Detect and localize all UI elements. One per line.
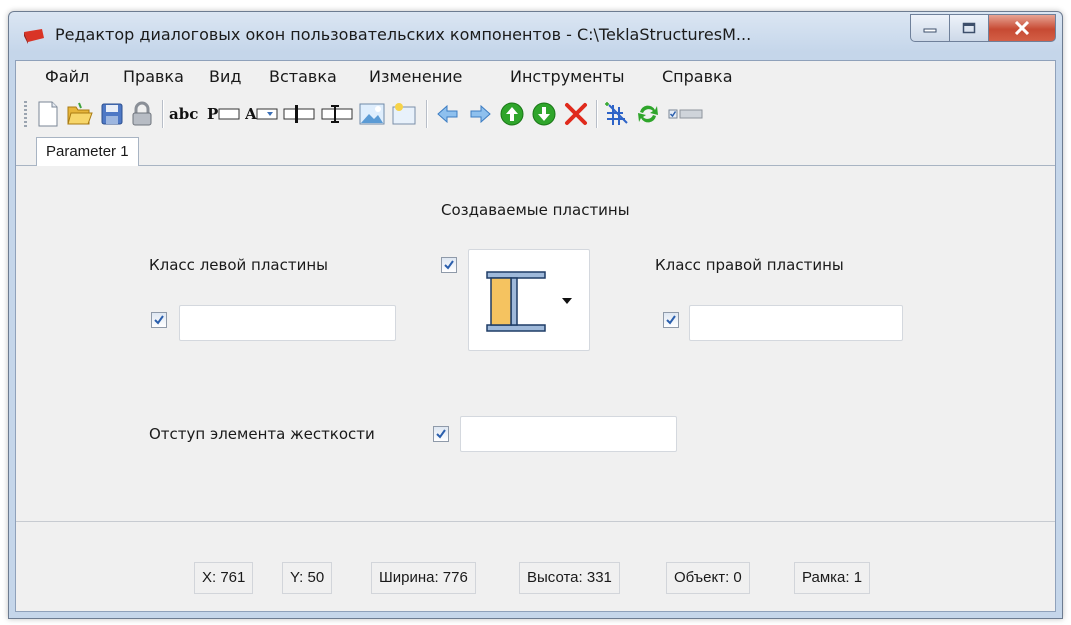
save-icon xyxy=(101,103,123,125)
new-button[interactable] xyxy=(34,100,62,128)
lock-icon xyxy=(132,101,152,126)
title-bar[interactable]: Редактор диалоговых окон пользовательски… xyxy=(9,12,1062,60)
refresh-icon xyxy=(638,105,658,123)
left-plate-label: Класс левой пластины xyxy=(149,256,329,274)
add-attribute-button[interactable]: A xyxy=(244,100,280,128)
status-width: Ширина: 776 xyxy=(371,562,476,594)
svg-text:P: P xyxy=(207,105,218,123)
lock-button[interactable] xyxy=(128,100,156,128)
checkmark-icon xyxy=(666,315,676,325)
add-value-button[interactable] xyxy=(282,100,318,128)
tab-strip: Parameter 1 xyxy=(16,135,1055,168)
menu-insert[interactable]: Вставка xyxy=(269,67,337,86)
delete-button[interactable] xyxy=(562,100,590,128)
close-button[interactable] xyxy=(989,14,1056,42)
status-height: Высота: 331 xyxy=(519,562,620,594)
menu-edit[interactable]: Правка xyxy=(123,67,184,86)
delete-icon xyxy=(565,103,587,125)
status-frame: Рамка: 1 xyxy=(794,562,871,594)
move-up-button[interactable] xyxy=(498,100,526,128)
menu-view[interactable]: Вид xyxy=(209,67,241,86)
checkmark-icon xyxy=(436,429,446,439)
add-text-button[interactable]: abc xyxy=(168,100,204,128)
stiffener-offset-input[interactable] xyxy=(460,416,677,452)
grid-icon xyxy=(605,102,628,125)
stiffener-offset-checkbox[interactable] xyxy=(433,426,449,442)
open-button[interactable] xyxy=(66,100,94,128)
grid-button[interactable] xyxy=(602,100,630,128)
move-left-button[interactable] xyxy=(434,100,462,128)
maximize-icon xyxy=(962,22,976,34)
main-window: Редактор диалоговых окон пользовательски… xyxy=(8,11,1063,619)
add-image-list-button[interactable] xyxy=(390,100,418,128)
tab-parameter-1[interactable]: Parameter 1 xyxy=(36,137,139,168)
i-beam-plate-icon xyxy=(486,271,572,332)
plate-picture-dropdown[interactable] xyxy=(468,249,590,351)
close-icon xyxy=(1014,21,1030,35)
arrow-up-icon xyxy=(500,102,524,126)
toggle-checkbox-icon xyxy=(668,109,703,119)
toolbar-separator xyxy=(162,100,163,128)
menu-bar: Файл Правка Вид Вставка Изменение Инстру… xyxy=(16,61,1055,93)
menu-help[interactable]: Справка xyxy=(662,67,733,86)
toggle-checkbox-button[interactable] xyxy=(666,100,706,128)
menu-modify[interactable]: Изменение xyxy=(369,67,462,86)
maximize-button[interactable] xyxy=(950,14,989,42)
app-icon xyxy=(24,29,44,44)
add-picture-button[interactable] xyxy=(358,100,386,128)
open-folder-icon xyxy=(67,102,93,125)
picture-checkbox[interactable] xyxy=(441,257,457,273)
image-field-icon xyxy=(321,105,353,123)
add-parameter-button[interactable]: P xyxy=(206,100,242,128)
refresh-button[interactable] xyxy=(634,100,662,128)
right-plate-checkbox[interactable] xyxy=(663,312,679,328)
add-image-field-button[interactable] xyxy=(320,100,356,128)
left-plate-checkbox[interactable] xyxy=(151,312,167,328)
new-file-icon xyxy=(38,101,58,127)
right-plate-class-input[interactable] xyxy=(689,305,903,341)
parameter-panel: Создаваемые пластины Класс левой пластин… xyxy=(16,166,1055,522)
toolbar-separator xyxy=(596,100,597,128)
status-x: X: 761 xyxy=(194,562,254,594)
arrow-left-icon xyxy=(437,105,458,123)
arrow-down-icon xyxy=(532,102,556,126)
value-field-icon xyxy=(283,105,315,123)
client-area: Файл Правка Вид Вставка Изменение Инстру… xyxy=(15,60,1056,612)
toolbar-grip[interactable] xyxy=(24,101,27,127)
svg-text:abc: abc xyxy=(169,105,198,123)
checkmark-icon xyxy=(154,315,164,325)
parameter-field-icon: P xyxy=(207,105,240,123)
stiffener-offset-label: Отступ элемента жесткости xyxy=(149,425,375,443)
window-title: Редактор диалоговых окон пользовательски… xyxy=(55,25,752,44)
move-right-button[interactable] xyxy=(466,100,494,128)
arrow-right-icon xyxy=(470,105,491,123)
menu-file[interactable]: Файл xyxy=(45,67,89,86)
left-plate-class-input[interactable] xyxy=(179,305,396,341)
toolbar: abc P A xyxy=(16,93,1055,135)
image-list-icon xyxy=(392,103,416,125)
picture-icon xyxy=(359,103,385,125)
save-button[interactable] xyxy=(98,100,126,128)
status-bar: X: 761 Y: 50 Ширина: 776 Высота: 331 Объ… xyxy=(16,522,1055,611)
text-abc-icon: abc xyxy=(169,105,198,123)
checkmark-icon xyxy=(444,260,454,270)
section-heading: Создаваемые пластины xyxy=(441,201,630,219)
menu-tools[interactable]: Инструменты xyxy=(510,67,625,86)
svg-text:A: A xyxy=(245,105,257,123)
right-plate-label: Класс правой пластины xyxy=(655,256,844,274)
minimize-button[interactable] xyxy=(910,14,950,42)
attribute-dropdown-icon: A xyxy=(245,105,278,123)
status-object: Объект: 0 xyxy=(666,562,750,594)
move-down-button[interactable] xyxy=(530,100,558,128)
status-y: Y: 50 xyxy=(282,562,333,594)
minimize-icon xyxy=(923,28,937,33)
toolbar-separator xyxy=(426,100,427,128)
